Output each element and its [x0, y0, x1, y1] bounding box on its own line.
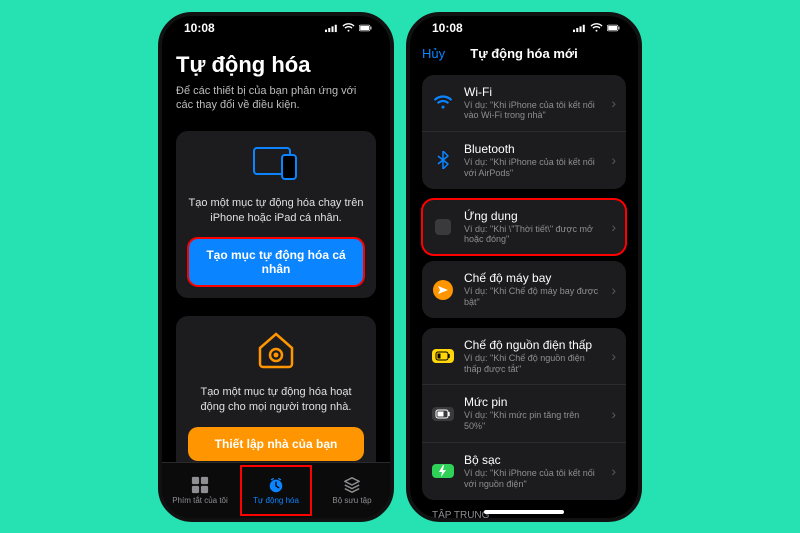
status-time: 10:08 [184, 21, 215, 35]
trigger-airplane-sub: Ví dụ: "Khi Chế độ máy bay được bật" [464, 286, 601, 308]
battery-level-icon [432, 403, 454, 425]
chevron-right-icon: › [611, 282, 616, 298]
nav-title: Tự động hóa mới [410, 46, 638, 61]
triggers-scroll[interactable]: Wi-Fi Ví dụ: "Khi iPhone của tôi kết nối… [410, 69, 638, 518]
trigger-app-sub: Ví dụ: "Khi \"Thời tiết\" được mở hoặc đ… [464, 224, 601, 246]
trigger-airplane-title: Chế độ máy bay [464, 271, 601, 285]
status-bar: 10:08 [410, 16, 638, 40]
status-time: 10:08 [432, 21, 463, 35]
home-card-desc: Tạo một mục tự động hóa hoạt động cho mọ… [188, 385, 364, 415]
grid-icon [190, 476, 210, 494]
automation-content: Tự động hóa Để các thiết bị của bạn phản… [162, 40, 390, 462]
personal-automation-card: Tạo một mục tự động hóa chạy trên iPhone… [176, 131, 376, 298]
trigger-bluetooth-sub: Ví dụ: "Khi iPhone của tôi kết nối với A… [464, 157, 601, 179]
airplane-icon [432, 279, 454, 301]
chevron-right-icon: › [611, 219, 616, 235]
trigger-wifi[interactable]: Wi-Fi Ví dụ: "Khi iPhone của tôi kết nối… [422, 75, 626, 132]
trigger-group-connectivity: Wi-Fi Ví dụ: "Khi iPhone của tôi kết nối… [422, 75, 626, 189]
tab-gallery-label: Bộ sưu tập [332, 496, 371, 505]
wifi-icon [590, 23, 603, 33]
battery-icon [359, 23, 372, 33]
tab-bar: Phím tắt của tôi Tự động hóa Bộ sưu tập [162, 462, 390, 518]
chevron-right-icon: › [611, 152, 616, 168]
create-personal-automation-button[interactable]: Tạo mục tự động hóa cá nhân [188, 238, 364, 286]
tab-automation-label: Tự động hóa [253, 496, 299, 505]
trigger-group-power: Chế độ nguồn điện thấp Ví dụ: "Khi Chế đ… [422, 328, 626, 500]
trigger-lowpower-title: Chế độ nguồn điện thấp [464, 338, 601, 352]
page-title: Tự động hóa [176, 52, 376, 78]
nav-bar: Hủy Tự động hóa mới [410, 40, 638, 69]
tab-shortcuts[interactable]: Phím tắt của tôi [162, 463, 238, 518]
chevron-right-icon: › [611, 348, 616, 364]
trigger-wifi-title: Wi-Fi [464, 85, 601, 99]
cellular-icon [325, 23, 338, 33]
tab-shortcuts-label: Phím tắt của tôi [172, 496, 228, 505]
status-icons [573, 23, 620, 33]
trigger-bluetooth-title: Bluetooth [464, 142, 601, 156]
trigger-wifi-sub: Ví dụ: "Khi iPhone của tôi kết nối vào W… [464, 100, 601, 122]
chevron-right-icon: › [611, 463, 616, 479]
trigger-group-airplane: Chế độ máy bay Ví dụ: "Khi Chế độ máy ba… [422, 261, 626, 318]
wifi-icon [432, 92, 454, 114]
home-indicator[interactable] [484, 510, 564, 514]
home-icon [254, 330, 298, 375]
trigger-app-title: Ứng dụng [464, 209, 601, 223]
bluetooth-icon [432, 149, 454, 171]
clock-icon [266, 476, 286, 494]
trigger-battery-title: Mức pin [464, 395, 601, 409]
trigger-battery-sub: Ví dụ: "Khi mức pin tăng trên 50%" [464, 410, 601, 432]
phone-screen-automation: 10:08 Tự động hóa Để các thiết bị của bạ… [158, 12, 394, 522]
personal-card-desc: Tạo một mục tự động hóa chạy trên iPhone… [188, 196, 364, 226]
wifi-icon [342, 23, 355, 33]
trigger-charger-title: Bộ sạc [464, 453, 601, 467]
trigger-bluetooth[interactable]: Bluetooth Ví dụ: "Khi iPhone của tôi kết… [422, 131, 626, 189]
trigger-group-app: Ứng dụng Ví dụ: "Khi \"Thời tiết\" được … [422, 199, 626, 256]
phone-screen-new-automation: 10:08 Hủy Tự động hóa mới Wi-Fi Ví dụ: "… [406, 12, 642, 522]
battery-low-icon [432, 345, 454, 367]
trigger-charger-sub: Ví dụ: "Khi iPhone của tôi kết nối với n… [464, 468, 601, 490]
tab-automation[interactable]: Tự động hóa [238, 463, 314, 518]
trigger-battery-level[interactable]: Mức pin Ví dụ: "Khi mức pin tăng trên 50… [422, 384, 626, 442]
app-icon [432, 216, 454, 238]
chevron-right-icon: › [611, 406, 616, 422]
tab-gallery[interactable]: Bộ sưu tập [314, 463, 390, 518]
stack-icon [342, 476, 362, 494]
cellular-icon [573, 23, 586, 33]
charger-icon [432, 460, 454, 482]
page-subtitle: Để các thiết bị của bạn phản ứng với các… [176, 84, 376, 114]
trigger-charger[interactable]: Bộ sạc Ví dụ: "Khi iPhone của tôi kết nố… [422, 442, 626, 500]
status-icons [325, 23, 372, 33]
home-automation-card: Tạo một mục tự động hóa hoạt động cho mọ… [176, 316, 376, 462]
trigger-low-power[interactable]: Chế độ nguồn điện thấp Ví dụ: "Khi Chế đ… [422, 328, 626, 385]
devices-icon [248, 145, 304, 186]
battery-icon [607, 23, 620, 33]
status-bar: 10:08 [162, 16, 390, 40]
trigger-lowpower-sub: Ví dụ: "Khi Chế độ nguồn điện thấp được … [464, 353, 601, 375]
trigger-airplane[interactable]: Chế độ máy bay Ví dụ: "Khi Chế độ máy ba… [422, 261, 626, 318]
setup-home-button[interactable]: Thiết lập nhà của bạn [188, 427, 364, 461]
trigger-app[interactable]: Ứng dụng Ví dụ: "Khi \"Thời tiết\" được … [422, 199, 626, 256]
chevron-right-icon: › [611, 95, 616, 111]
